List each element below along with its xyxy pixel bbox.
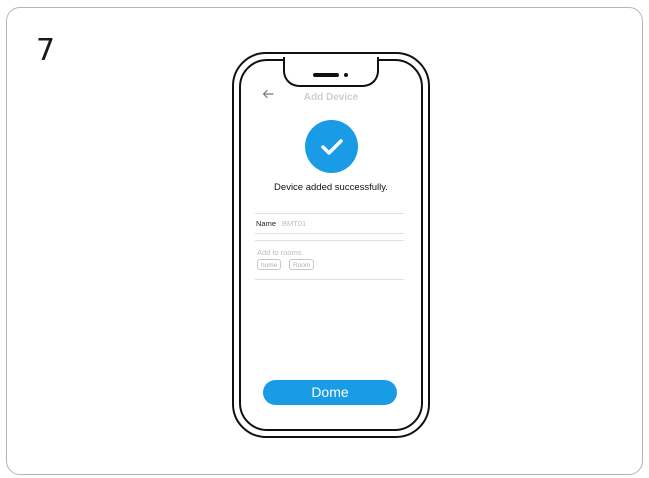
divider xyxy=(255,279,404,280)
arrow-left-icon[interactable] xyxy=(262,88,274,102)
phone-screen xyxy=(239,59,423,431)
success-message: Device added successfully. xyxy=(274,182,388,193)
front-camera xyxy=(344,73,348,77)
step-number: 7 xyxy=(36,33,56,68)
name-field[interactable]: BMT01 xyxy=(282,219,306,228)
room-chip-home[interactable]: home xyxy=(257,259,282,270)
name-label: Name xyxy=(256,219,277,228)
checkmark-icon xyxy=(321,139,343,155)
divider xyxy=(255,240,404,241)
speaker-grille xyxy=(313,73,339,77)
divider xyxy=(255,213,404,214)
room-chip-room[interactable]: Room xyxy=(289,259,315,270)
done-button[interactable]: Dome xyxy=(263,380,397,405)
phone-notch xyxy=(283,57,379,87)
rooms-label: Add to rooms xyxy=(257,248,302,257)
success-badge xyxy=(305,120,358,173)
screen-title: Add Device xyxy=(303,92,359,103)
divider xyxy=(255,233,404,234)
